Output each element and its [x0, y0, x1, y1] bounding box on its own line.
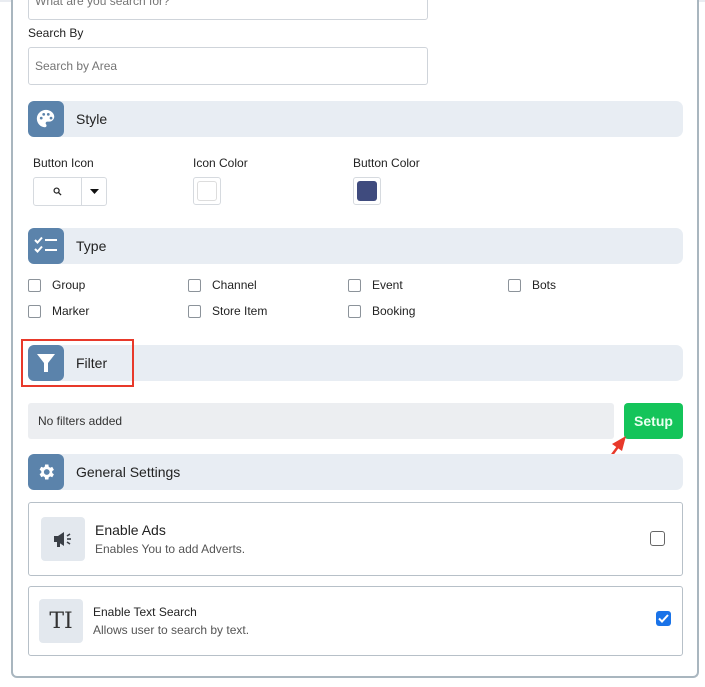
checkbox[interactable] — [348, 304, 361, 318]
type-option-group[interactable]: Group — [28, 278, 85, 292]
type-option-booking[interactable]: Booking — [348, 304, 415, 318]
search-by-label: Search By — [28, 26, 84, 40]
general-settings-title: General Settings — [76, 464, 181, 480]
option-label: Store Item — [212, 304, 268, 318]
chevron-down-icon[interactable] — [82, 178, 106, 205]
checkbox[interactable] — [348, 278, 361, 292]
palette-icon — [28, 101, 64, 137]
option-label: Bots — [532, 278, 557, 292]
style-section-header: Style — [28, 101, 683, 137]
search-icon — [34, 178, 82, 205]
enable-ads-checkbox[interactable] — [650, 531, 665, 546]
option-label: Event — [372, 278, 403, 292]
type-section-header: Type — [28, 228, 683, 264]
setting-description: Enables You to add Adverts. — [95, 542, 246, 556]
setting-title: Enable Text Search — [93, 605, 197, 619]
checkmark-icon — [658, 614, 669, 623]
search-area-input[interactable] — [28, 47, 428, 85]
checkbox[interactable] — [508, 278, 521, 292]
megaphone-icon — [41, 517, 85, 561]
filter-list: No filters added — [28, 403, 614, 439]
gear-icon — [28, 454, 64, 490]
search-query-input[interactable] — [28, 0, 428, 20]
setting-card-enable-text-search: TI Enable Text Search Allows user to sea… — [28, 586, 683, 656]
setting-card-enable-ads: Enable Ads Enables You to add Adverts. — [28, 502, 683, 576]
icon-color-label: Icon Color — [193, 156, 248, 170]
highlight-annotation — [21, 339, 134, 387]
button-icon-label: Button Icon — [33, 156, 94, 170]
icon-color-fill — [197, 181, 217, 201]
option-label: Group — [52, 278, 86, 292]
option-label: Channel — [212, 278, 257, 292]
type-option-bots[interactable]: Bots — [508, 278, 556, 292]
setting-title: Enable Ads — [95, 522, 166, 538]
checkbox[interactable] — [28, 304, 41, 318]
button-color-label: Button Color — [353, 156, 420, 170]
style-section-title: Style — [76, 111, 108, 127]
text-icon: TI — [39, 599, 83, 643]
setup-filter-button[interactable]: Setup — [624, 403, 683, 439]
type-option-store-item[interactable]: Store Item — [188, 304, 267, 318]
setting-description: Allows user to search by text. — [93, 623, 250, 637]
button-icon-picker[interactable] — [33, 177, 107, 206]
checkbox[interactable] — [188, 304, 201, 318]
option-label: Marker — [52, 304, 90, 318]
enable-text-search-checkbox[interactable] — [656, 611, 671, 626]
type-section-title: Type — [76, 238, 107, 254]
button-color-swatch[interactable] — [353, 177, 381, 205]
general-settings-header: General Settings — [28, 454, 683, 490]
checkbox[interactable] — [188, 278, 201, 292]
no-filters-text: No filters added — [38, 414, 123, 428]
option-label: Booking — [372, 304, 416, 318]
icon-color-swatch[interactable] — [193, 177, 221, 205]
button-color-fill — [357, 181, 377, 201]
type-option-marker[interactable]: Marker — [28, 304, 89, 318]
type-option-event[interactable]: Event — [348, 278, 403, 292]
checkbox[interactable] — [28, 278, 41, 292]
type-option-channel[interactable]: Channel — [188, 278, 257, 292]
checklist-icon — [28, 228, 64, 264]
